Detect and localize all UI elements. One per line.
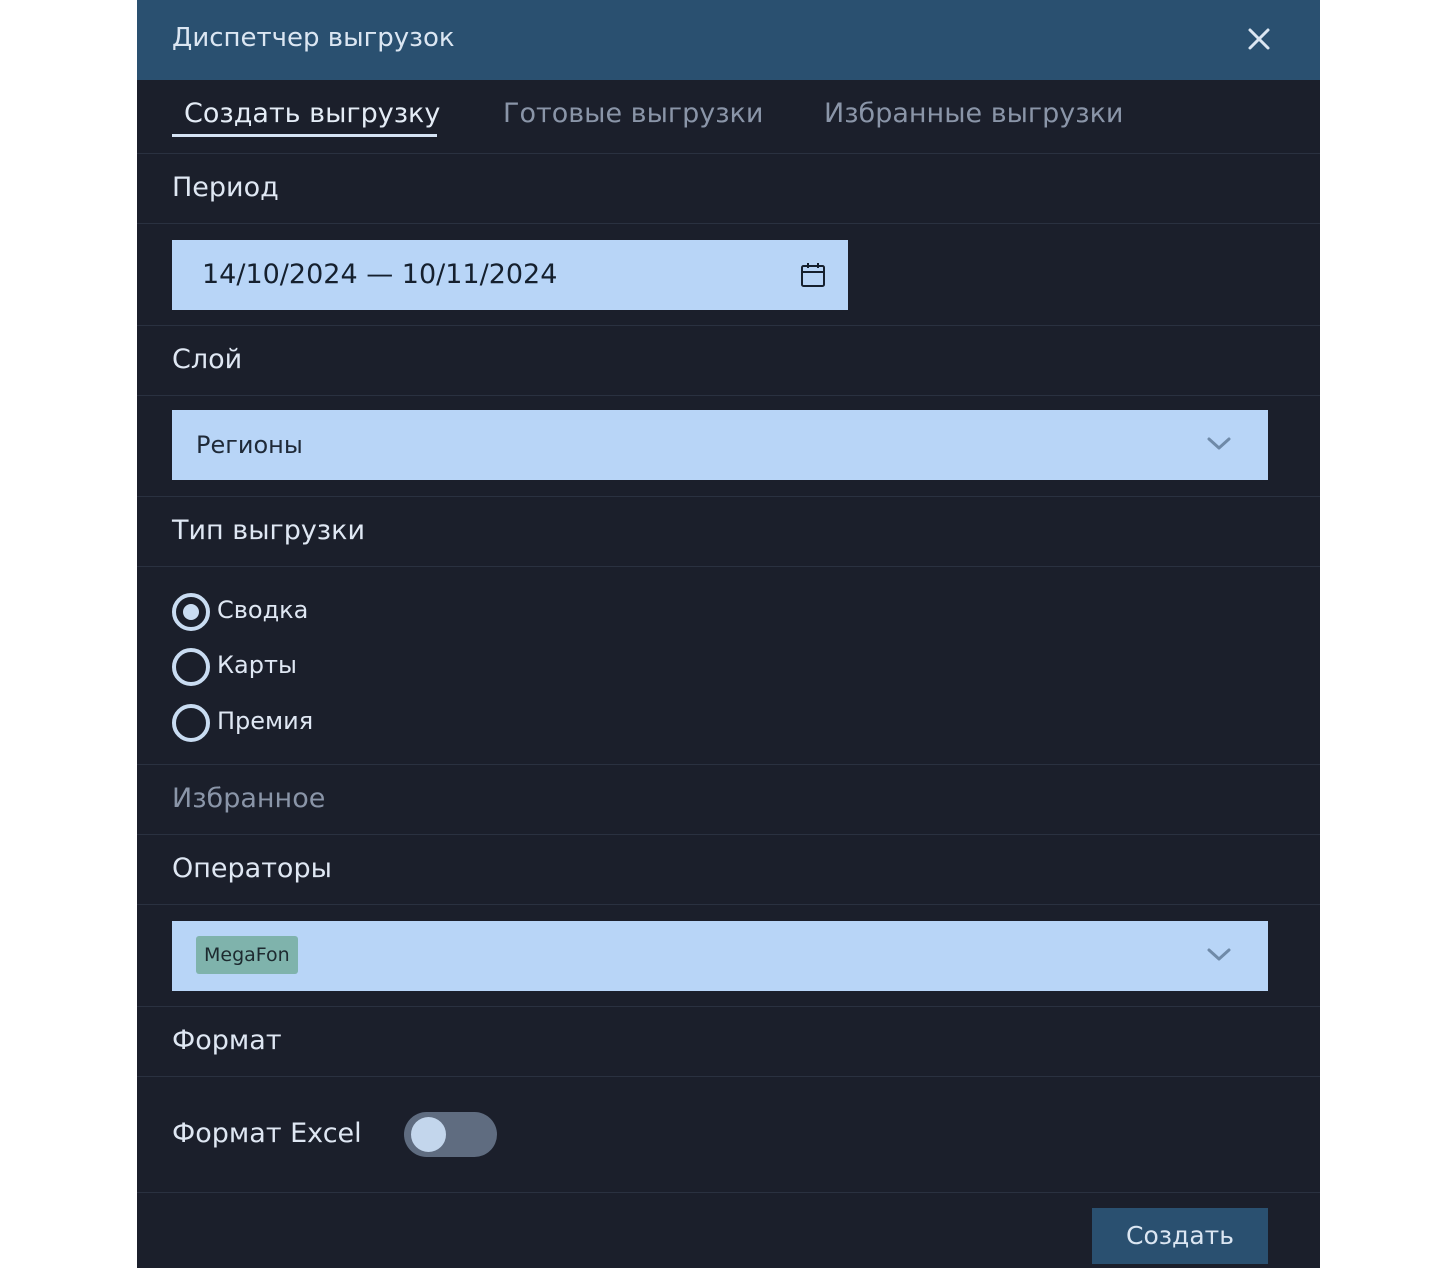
export-manager-dialog: Диспетчер выгрузок Создать выгрузку Гото… bbox=[137, 0, 1320, 1268]
layer-value: Регионы bbox=[196, 431, 303, 459]
chevron-down-icon bbox=[1207, 948, 1231, 961]
radio-label: Премия bbox=[217, 707, 314, 735]
tab-create-export[interactable]: Создать выгрузку bbox=[184, 96, 440, 132]
calendar-icon bbox=[801, 263, 825, 287]
section-format: Формат bbox=[137, 1007, 1320, 1077]
operators-label: Операторы bbox=[172, 853, 332, 884]
divider bbox=[137, 1192, 1320, 1193]
section-export-type: Тип выгрузки bbox=[137, 497, 1320, 567]
layer-select[interactable]: Регионы bbox=[172, 410, 1268, 480]
section-layer: Слой bbox=[137, 326, 1320, 396]
tab-bar: Создать выгрузку Готовые выгрузки Избран… bbox=[137, 80, 1320, 154]
format-label: Формат bbox=[172, 1025, 282, 1056]
radio-label: Карты bbox=[217, 651, 297, 679]
period-value: 14/10/2024 — 10/11/2024 bbox=[202, 259, 558, 290]
operator-chip[interactable]: MegaFon bbox=[196, 936, 298, 974]
operators-multiselect[interactable]: MegaFon bbox=[172, 921, 1268, 991]
tab-ready-exports[interactable]: Готовые выгрузки bbox=[503, 96, 763, 132]
excel-format-label: Формат Excel bbox=[172, 1118, 362, 1149]
toggle-knob bbox=[411, 1117, 446, 1152]
radio-label: Сводка bbox=[217, 596, 309, 624]
favorites-label: Избранное bbox=[172, 783, 326, 814]
period-date-range-input[interactable]: 14/10/2024 — 10/11/2024 bbox=[172, 240, 848, 310]
section-favorites: Избранное bbox=[137, 765, 1320, 835]
section-period: Период bbox=[137, 154, 1320, 224]
chevron-down-icon bbox=[1207, 437, 1231, 450]
create-button[interactable]: Создать bbox=[1092, 1208, 1268, 1264]
dialog-titlebar: Диспетчер выгрузок bbox=[137, 0, 1320, 80]
excel-format-toggle[interactable] bbox=[404, 1112, 497, 1157]
layer-label: Слой bbox=[172, 344, 243, 375]
radio-unchecked-icon bbox=[172, 704, 210, 742]
radio-unchecked-icon bbox=[172, 648, 210, 686]
close-icon bbox=[1248, 28, 1270, 50]
close-button[interactable] bbox=[1240, 20, 1278, 58]
dialog-title: Диспетчер выгрузок bbox=[172, 23, 455, 53]
tab-favorite-exports[interactable]: Избранные выгрузки bbox=[824, 96, 1123, 132]
radio-checked-icon bbox=[172, 593, 210, 631]
active-tab-indicator bbox=[172, 134, 437, 137]
period-label: Период bbox=[172, 172, 279, 203]
section-operators: Операторы bbox=[137, 835, 1320, 905]
export-type-label: Тип выгрузки bbox=[172, 515, 366, 546]
